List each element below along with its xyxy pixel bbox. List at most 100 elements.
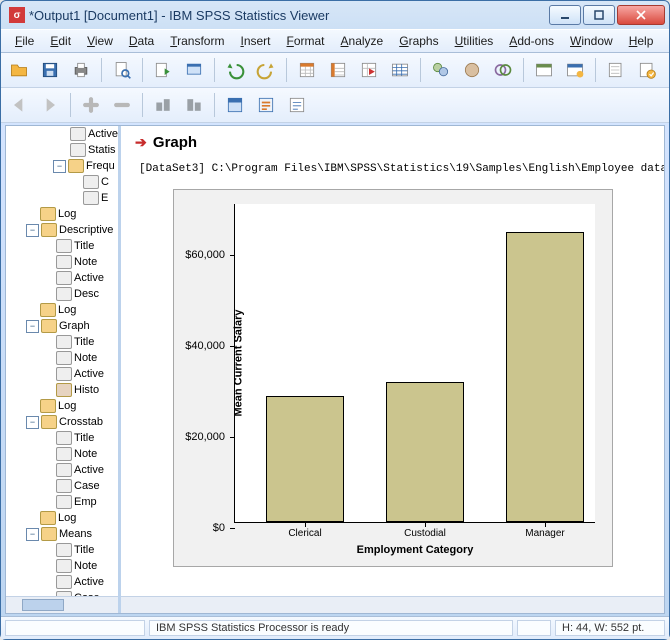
menu-help[interactable]: Help <box>621 33 662 49</box>
weight-cases-button[interactable] <box>602 56 630 84</box>
outline-item[interactable]: Log <box>8 398 118 414</box>
outline-item[interactable]: Note <box>8 558 118 574</box>
outline-item[interactable]: Active <box>8 270 118 286</box>
show-all-button[interactable] <box>530 56 558 84</box>
chart-object[interactable]: Mean Current Salary Employment Category … <box>173 189 613 567</box>
promote-button[interactable] <box>77 91 105 119</box>
menu-format[interactable]: Format <box>279 33 333 49</box>
toolbar-main <box>1 53 669 88</box>
menu-view[interactable]: View <box>79 33 121 49</box>
outline-item[interactable]: Note <box>8 446 118 462</box>
outline-item[interactable]: Active <box>8 574 118 590</box>
minimize-button[interactable] <box>549 5 581 25</box>
menu-data[interactable]: Data <box>121 33 162 49</box>
recall-dialog-button[interactable] <box>180 56 208 84</box>
select-cases-button[interactable] <box>427 56 455 84</box>
outline-item[interactable]: Histo <box>8 382 118 398</box>
new-heading-button[interactable] <box>221 91 249 119</box>
note-icon <box>56 239 72 253</box>
note-icon <box>56 463 72 477</box>
outline-item[interactable]: −Crosstab <box>8 414 118 430</box>
outline-item[interactable]: Case <box>8 478 118 494</box>
export-button[interactable] <box>149 56 177 84</box>
tree-toggle-icon[interactable]: − <box>26 224 39 237</box>
goto-case-button[interactable] <box>324 56 352 84</box>
designate-window-button[interactable] <box>633 56 661 84</box>
variables-button[interactable] <box>386 56 414 84</box>
goto-data-button[interactable] <box>293 56 321 84</box>
collapse-button[interactable] <box>149 91 177 119</box>
menu-add-ons[interactable]: Add-ons <box>501 33 562 49</box>
x-axis-title: Employment Category <box>235 544 595 556</box>
outline-item[interactable]: E <box>8 190 118 206</box>
print-button[interactable] <box>67 56 95 84</box>
menu-transform[interactable]: Transform <box>162 33 232 49</box>
outline-item[interactable]: Note <box>8 254 118 270</box>
new-title-button[interactable] <box>252 91 280 119</box>
open-button[interactable] <box>5 56 33 84</box>
undo-button[interactable] <box>221 56 249 84</box>
menu-utilities[interactable]: Utilities <box>447 33 502 49</box>
outline-tree[interactable]: ActiveStatis−FrequCELog−DescriptiveTitle… <box>6 126 118 597</box>
tree-toggle-icon[interactable]: − <box>26 416 39 429</box>
y-tick-label: $40,000 <box>185 340 235 352</box>
outline-item[interactable]: Title <box>8 334 118 350</box>
maximize-button[interactable] <box>583 5 615 25</box>
outline-label: Active <box>88 127 118 141</box>
outline-item[interactable]: Log <box>8 206 118 222</box>
outline-item[interactable]: Desc <box>8 286 118 302</box>
outline-horizontal-scrollbar[interactable] <box>6 596 118 613</box>
outline-label: Frequ <box>86 159 115 173</box>
menu-file[interactable]: File <box>7 33 42 49</box>
tree-toggle-icon[interactable]: − <box>26 528 39 541</box>
plot-area: Mean Current Salary Employment Category … <box>234 204 595 523</box>
outline-label: Log <box>58 207 76 221</box>
menu-analyze[interactable]: Analyze <box>333 33 392 49</box>
note-icon <box>56 575 72 589</box>
x-tick-label: Custodial <box>380 528 470 539</box>
outline-pane[interactable]: ActiveStatis−FrequCELog−DescriptiveTitle… <box>6 126 121 613</box>
expand-button[interactable] <box>180 91 208 119</box>
close-button[interactable] <box>617 5 665 25</box>
print-preview-button[interactable] <box>108 56 136 84</box>
outline-item[interactable]: C <box>8 174 118 190</box>
book-icon <box>68 159 84 173</box>
outline-label: Log <box>58 399 76 413</box>
menu-insert[interactable]: Insert <box>232 33 278 49</box>
outline-item[interactable]: Title <box>8 542 118 558</box>
outline-label: Note <box>74 559 97 573</box>
demote-button[interactable] <box>108 91 136 119</box>
note-icon <box>56 543 72 557</box>
tree-toggle-icon[interactable]: − <box>53 160 66 173</box>
outline-item[interactable]: Note <box>8 350 118 366</box>
outline-item[interactable]: Log <box>8 302 118 318</box>
save-button[interactable] <box>36 56 64 84</box>
nav-forward-button[interactable] <box>36 91 64 119</box>
outline-item[interactable]: Emp <box>8 494 118 510</box>
book-icon <box>40 511 56 525</box>
outline-item[interactable]: Active <box>8 366 118 382</box>
menu-graphs[interactable]: Graphs <box>391 33 446 49</box>
goto-variable-button[interactable] <box>355 56 383 84</box>
outline-item[interactable]: Active <box>8 126 118 142</box>
outline-item[interactable]: −Graph <box>8 318 118 334</box>
viewer-pane[interactable]: ➔ Graph [DataSet3] C:\Program Files\IBM\… <box>121 126 664 613</box>
split-file-button[interactable] <box>561 56 589 84</box>
outline-item[interactable]: Statis <box>8 142 118 158</box>
new-text-button[interactable] <box>283 91 311 119</box>
outline-item[interactable]: Active <box>8 462 118 478</box>
tree-toggle-icon[interactable]: − <box>26 320 39 333</box>
nav-back-button[interactable] <box>5 91 33 119</box>
outline-item[interactable]: − Frequ <box>8 158 118 174</box>
viewer-horizontal-scrollbar[interactable] <box>121 596 664 613</box>
use-sets-button[interactable] <box>489 56 517 84</box>
outline-item[interactable]: Log <box>8 510 118 526</box>
menu-edit[interactable]: Edit <box>42 33 79 49</box>
outline-item[interactable]: Title <box>8 238 118 254</box>
outline-item[interactable]: −Means <box>8 526 118 542</box>
outline-item[interactable]: −Descriptive <box>8 222 118 238</box>
outline-item[interactable]: Title <box>8 430 118 446</box>
menu-window[interactable]: Window <box>562 33 621 49</box>
value-labels-button[interactable] <box>458 56 486 84</box>
redo-button[interactable] <box>252 56 280 84</box>
